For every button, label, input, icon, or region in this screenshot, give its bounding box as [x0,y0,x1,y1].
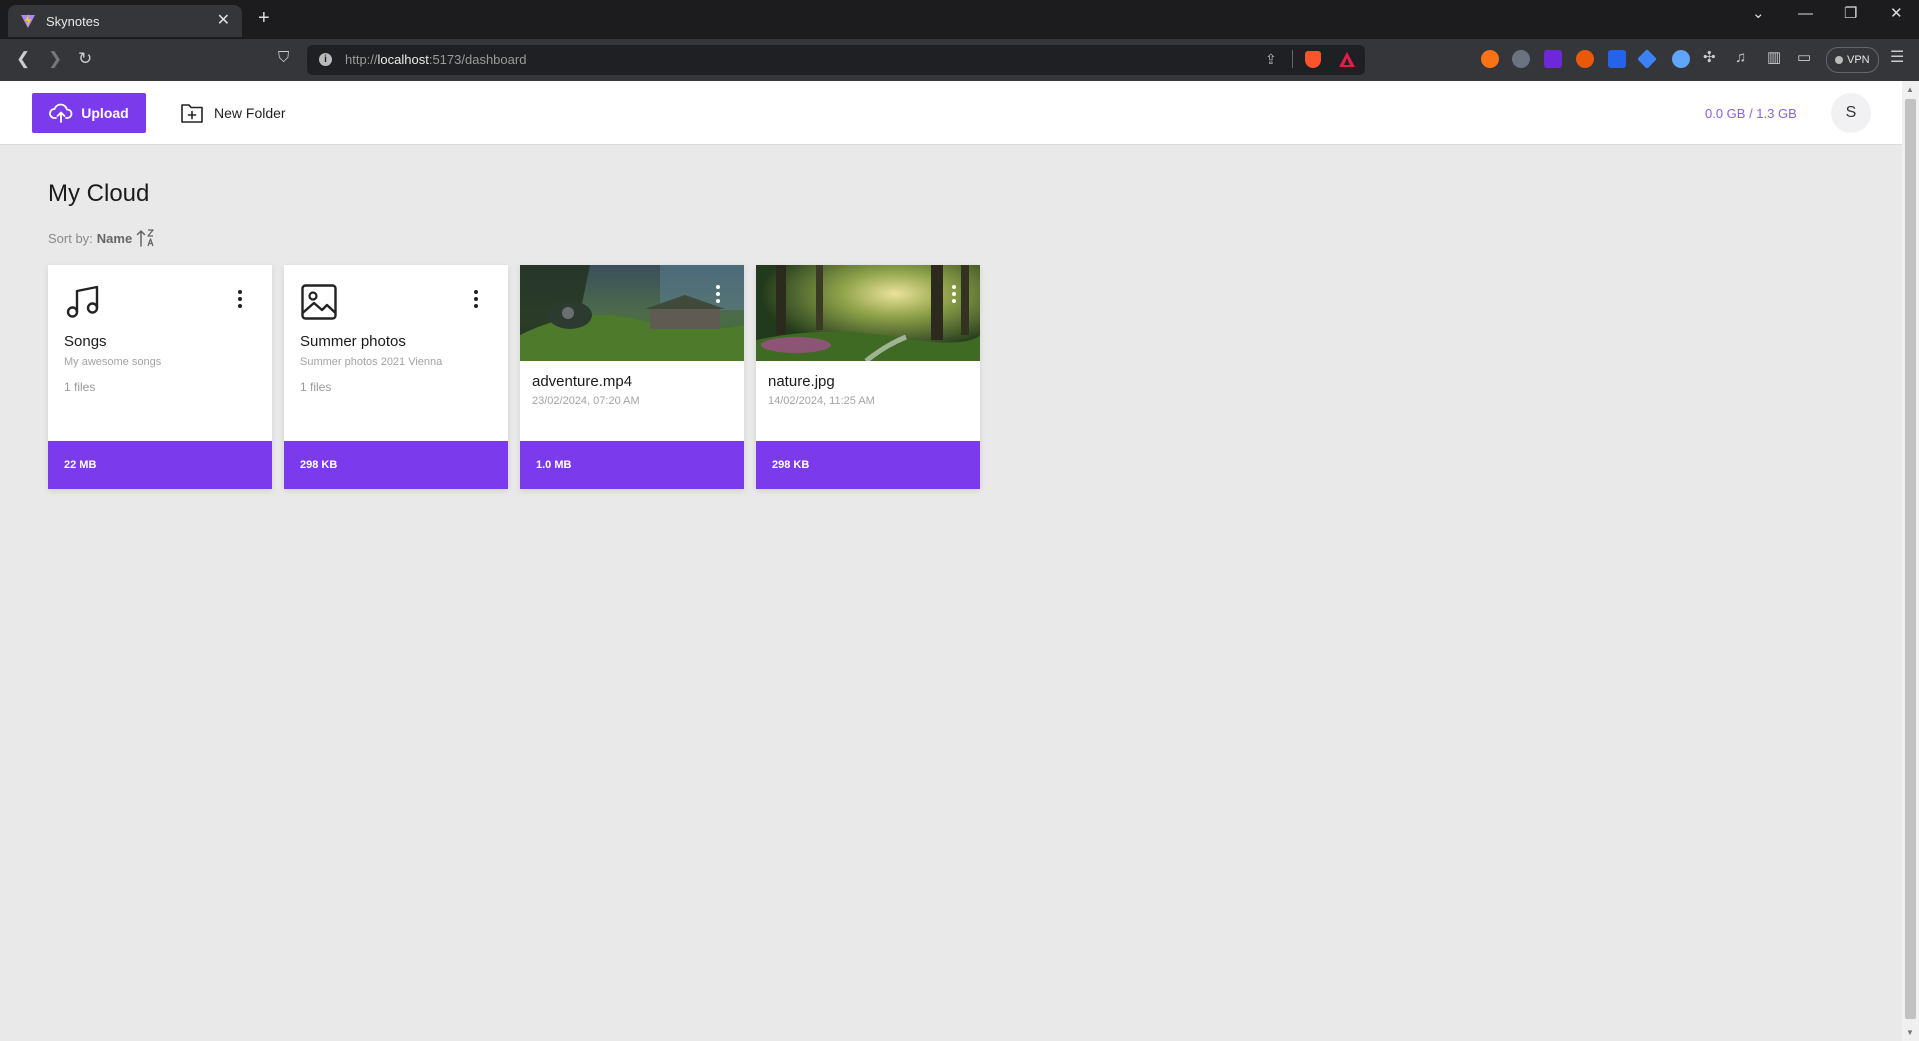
close-window-icon[interactable]: ✕ [1890,6,1903,21]
folder-file-count: 1 files [64,380,96,394]
new-tab-icon[interactable]: + [258,8,270,28]
file-size: 298 KB [772,459,810,471]
url-text: http://localhost:5173/dashboard [345,52,527,67]
vpn-label: VPN [1847,54,1870,66]
folder-card-summer-photos[interactable]: Summer photos Summer photos 2021 Vienna … [284,265,508,489]
brave-rewards-icon[interactable] [1339,52,1355,67]
file-name: adventure.mp4 [532,373,633,390]
folder-size: 298 KB [300,459,338,471]
folder-description: My awesome songs [64,356,162,368]
back-icon[interactable]: ❮ [16,50,30,67]
more-options-icon[interactable] [237,290,243,310]
folder-plus-icon [181,104,203,123]
scroll-up-icon[interactable]: ▲ [1906,86,1914,94]
storage-usage: 0.0 GB / 1.3 GB [1705,106,1797,121]
folder-size-bar: 22 MB [48,441,272,489]
file-size-bar: 1.0 MB [520,441,744,489]
folder-name: Summer photos [300,333,406,350]
folder-size-bar: 298 KB [284,441,508,489]
browser-toolbar: ❮ ❯ ↻ ⛉ i http://localhost:5173/dashboar… [0,39,1919,81]
music-note-icon [66,285,99,318]
browser-tab[interactable]: Skynotes ✕ [8,5,242,37]
sidebar-icon[interactable]: ▥ [1767,50,1781,65]
extension-glasses-icon[interactable] [1512,50,1530,68]
share-icon[interactable]: ⇪ [1265,51,1277,68]
extension-globe-icon[interactable] [1672,50,1690,68]
sort-ascending-icon [136,229,154,247]
page-scrollbar[interactable]: ▲ ▼ [1902,81,1919,1041]
extension-orange-icon[interactable] [1481,50,1499,68]
minimize-icon[interactable]: — [1798,6,1813,21]
forest-stream-thumbnail [756,265,980,361]
file-date: 14/02/2024, 11:25 AM [768,395,875,407]
tab-search-icon[interactable]: ⌄ [1752,6,1765,21]
new-folder-label: New Folder [214,105,286,121]
upload-label: Upload [81,105,129,121]
file-name: nature.jpg [768,373,835,390]
restore-icon[interactable]: ❐ [1844,6,1857,21]
folder-description: Summer photos 2021 Vienna [300,356,443,368]
forest-hut-thumbnail [520,265,744,361]
wallet-icon[interactable]: ▭ [1797,50,1811,65]
address-bar[interactable]: i http://localhost:5173/dashboard ⇪ [307,45,1365,75]
file-date: 23/02/2024, 07:20 AM [532,395,640,407]
vpn-button[interactable]: VPN [1826,47,1879,73]
avatar[interactable]: S [1831,93,1871,133]
page-title: My Cloud [48,180,150,207]
file-size: 1.0 MB [536,459,572,471]
folder-size: 22 MB [64,459,97,471]
more-options-icon[interactable] [473,290,479,310]
menu-icon[interactable]: ☰ [1890,50,1904,66]
folder-file-count: 1 files [300,380,332,394]
music-player-icon[interactable]: ♫ [1735,50,1746,65]
close-tab-icon[interactable]: ✕ [217,13,230,29]
site-info-icon[interactable]: i [319,53,332,66]
extensions-puzzle-icon[interactable]: ✣ [1703,50,1716,65]
brave-shields-icon[interactable] [1305,51,1321,68]
browser-tabbar: Skynotes ✕ + ⌄ — ❐ ✕ [0,0,1919,39]
upload-button[interactable]: Upload [32,93,146,133]
scroll-down-icon[interactable]: ▼ [1906,1029,1914,1037]
bookmark-icon[interactable]: ⛉ [278,50,289,65]
folder-card-songs[interactable]: Songs My awesome songs 1 files 22 MB [48,265,272,489]
file-card-adventure[interactable]: adventure.mp4 23/02/2024, 07:20 AM 1.0 M… [520,265,744,489]
vite-logo-icon [21,14,35,28]
tab-title: Skynotes [46,13,100,29]
vpn-status-icon [1835,56,1843,64]
forward-icon[interactable]: ❯ [48,50,62,67]
extension-diamond-icon[interactable] [1637,49,1657,69]
extension-fire-icon[interactable] [1576,50,1594,68]
more-options-icon[interactable] [715,285,721,305]
new-folder-button[interactable]: New Folder [174,93,292,133]
reload-icon[interactable]: ↻ [78,50,92,67]
omnibox-divider [1292,50,1293,68]
image-icon [301,284,337,320]
app-header: Upload New Folder 0.0 GB / 1.3 GB S [0,81,1902,145]
sort-label: Sort by: [48,230,93,246]
extension-purple-icon[interactable] [1544,50,1562,68]
file-size-bar: 298 KB [756,441,980,489]
more-options-icon[interactable] [951,285,957,305]
extension-shield-icon[interactable] [1608,50,1626,68]
file-card-nature[interactable]: nature.jpg 14/02/2024, 11:25 AM 298 KB [756,265,980,489]
scroll-thumb[interactable] [1905,99,1916,1019]
sort-control[interactable]: Sort by: Name [48,228,158,248]
folder-name: Songs [64,333,107,350]
cloud-upload-icon [49,103,73,123]
sort-value: Name [96,230,133,246]
